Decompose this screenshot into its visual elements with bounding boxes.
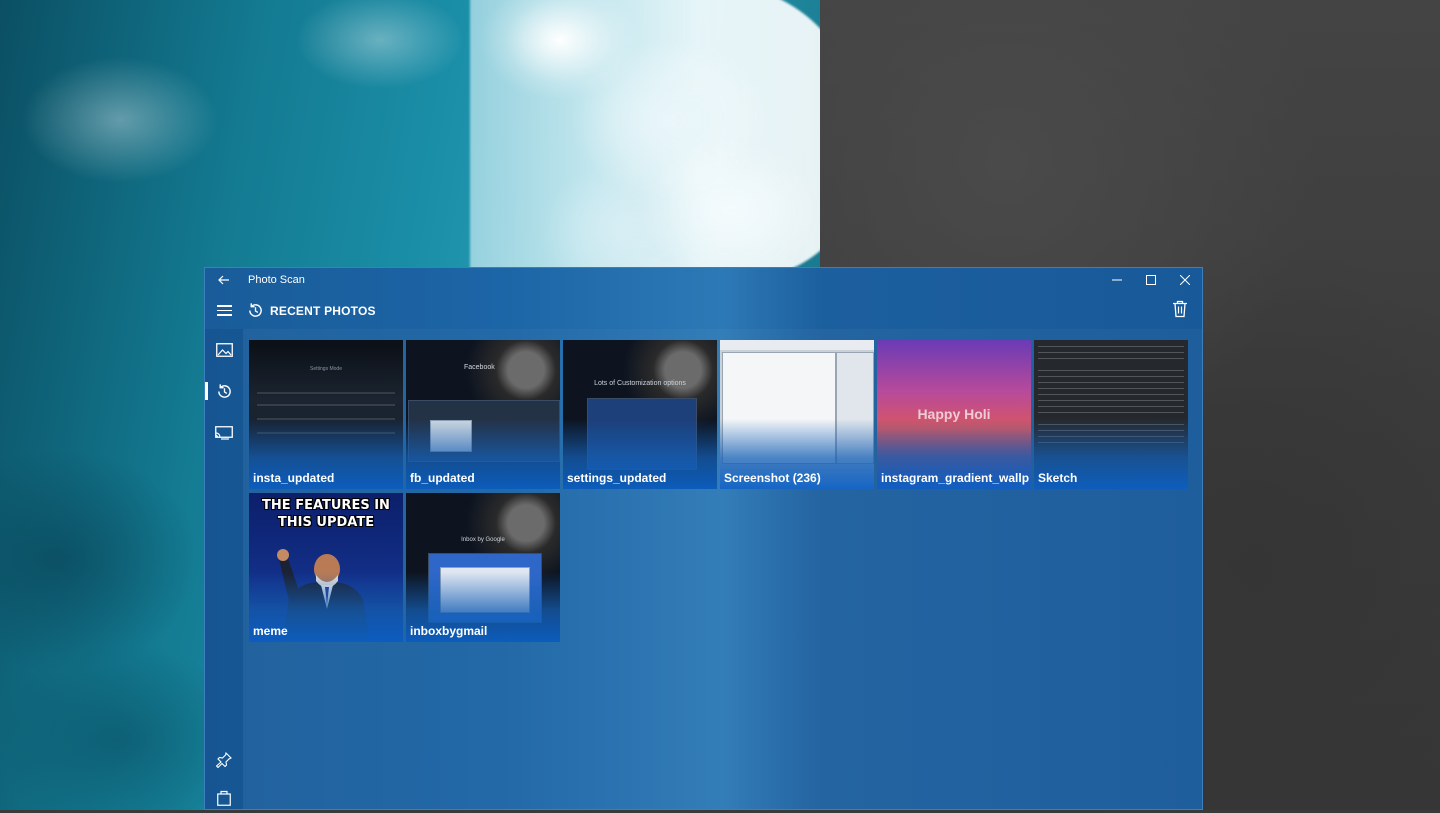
photo-label: insta_updated [253,471,335,485]
thumb-caption: Settings Mode [310,366,342,372]
title-bar: Photo Scan [205,268,1202,292]
photo-label: Screenshot (236) [724,471,821,485]
nav-item-photos[interactable] [205,334,243,366]
thumb-text-line [1038,376,1184,377]
app-window: Photo Scan RECENT PHOTOS Settings Mode i… [204,267,1203,810]
wallpaper-foam [470,0,850,280]
nav-item-cast[interactable] [205,417,243,449]
thumb-text-line [1038,358,1184,359]
thumb-text-line [1038,400,1184,401]
thumb-text-line [1038,394,1184,395]
thumb-bar [257,392,395,394]
recent-photos-grid: Settings Mode insta_updated Facebook fb_… [243,329,1202,809]
photo-tile-sketch[interactable]: Sketch [1034,340,1188,489]
photo-label: fb_updated [410,471,475,485]
history-icon [217,383,231,398]
thumb-text-line [1038,346,1184,347]
pin-icon [216,752,232,768]
photo-label: instagram_gradient_wallpaper [881,471,1029,485]
menu-line [216,314,232,316]
thumb-text-line [1038,388,1184,389]
page-title: RECENT PHOTOS [270,303,376,318]
thumb-text-line [1038,352,1184,353]
photo-label: inboxbygmail [410,624,488,638]
photo-tile-fb-updated[interactable]: Facebook fb_updated [406,340,560,489]
trash-icon [1173,300,1187,318]
minimize-icon [1112,279,1122,281]
nav-item-recent[interactable] [205,375,243,407]
close-button[interactable] [1168,268,1202,292]
thumb-caption: Lots of Customization options [594,380,686,387]
thumb-toolbar [720,340,874,350]
thumb-text-line [1038,412,1184,413]
photo-tile-settings-updated[interactable]: Lots of Customization options settings_u… [563,340,717,489]
photo-tile-inboxbygmail[interactable]: Inbox by Google inboxbygmail [406,493,560,642]
thumb-caption: Facebook [464,364,495,371]
maximize-icon [1146,275,1156,285]
minimize-button[interactable] [1100,268,1134,292]
back-button[interactable] [205,268,243,292]
window-controls [1100,268,1202,292]
cast-icon [215,426,233,440]
menu-line [216,305,232,307]
command-bar: RECENT PHOTOS [205,292,1202,329]
photo-label: Sketch [1038,471,1078,485]
delete-button[interactable] [1172,300,1192,320]
thumb-text-line [1038,382,1184,383]
photo-label: settings_updated [567,471,667,485]
page-header: RECENT PHOTOS [247,302,376,319]
image-icon [215,343,233,357]
store-icon [217,790,231,806]
app-title: Photo Scan [248,274,305,286]
photo-label: meme [253,624,288,638]
history-icon [249,303,262,317]
store-button[interactable] [205,783,243,813]
pin-button[interactable] [205,745,243,775]
menu-line [216,309,232,312]
photo-tile-insta-updated[interactable]: Settings Mode insta_updated [249,340,403,489]
meme-caption: THE FEATURES IN THIS UPDATE [262,498,390,530]
thumb-caption: Inbox by Google [461,537,505,543]
maximize-button[interactable] [1134,268,1168,292]
navigation-rail [205,329,243,809]
photo-tile-meme[interactable]: THE FEATURES IN THIS UPDATE meme [249,493,403,642]
thumb-text-line [1038,370,1184,371]
thumb-text-line [1038,406,1184,407]
back-arrow-icon [218,275,229,285]
thumb-bar [257,404,395,406]
hamburger-menu-button[interactable] [205,292,243,329]
close-icon [1180,275,1190,285]
photo-tile-screenshot-236[interactable]: Screenshot (236) [720,340,874,489]
photo-tile-instagram-gradient-wallpaper[interactable]: Happy Holi instagram_gradient_wallpaper [877,340,1031,489]
